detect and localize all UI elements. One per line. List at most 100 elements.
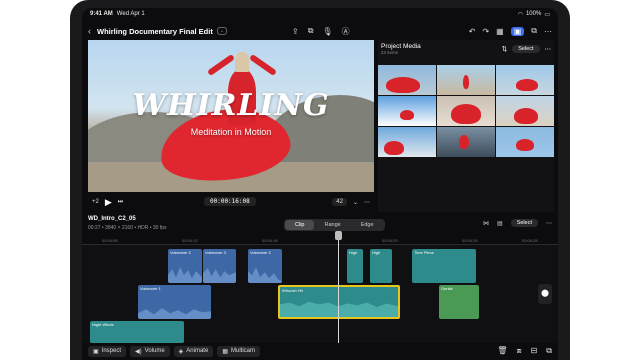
battery-icon: ▭	[544, 11, 550, 18]
media-thumb[interactable]	[378, 127, 436, 157]
media-thumb[interactable]	[437, 127, 495, 157]
project-menu-icon[interactable]: ⌄	[216, 27, 228, 35]
ipad-device: 9:41 AM Wed Apr 1 ◠ 100% ▭ ‹ Whirling Do…	[70, 0, 570, 360]
clip-label: Voiceover 1	[140, 286, 161, 291]
app-screen: 9:41 AM Wed Apr 1 ◠ 100% ▭ ‹ Whirling Do…	[82, 8, 558, 360]
inspect-button[interactable]: ▣ Inspect	[88, 345, 127, 357]
detach-icon[interactable]: ⊟	[531, 346, 538, 356]
clip-label: Gentle	[441, 286, 453, 291]
timeline-clip[interactable]: Voiceover 1	[138, 285, 211, 319]
more-icon[interactable]: ⋯	[544, 27, 552, 36]
speaker-icon: ◀)	[135, 348, 142, 355]
timeline-clip-selected[interactable]: Whoosh Hit	[278, 285, 400, 319]
status-right: ◠ 100% ▭	[518, 11, 550, 18]
mode-edge[interactable]: Edge	[351, 220, 384, 230]
media-thumb[interactable]	[496, 65, 554, 95]
browser-icon[interactable]: ⧉	[531, 26, 537, 36]
media-browser: Project Media 23 items ⇅ Select ⋯	[378, 40, 554, 212]
transport-right: 42 ⌄ ⋯	[332, 198, 370, 206]
ruler-tick: 00:00:28	[522, 238, 538, 243]
inspect-icon: ▣	[93, 348, 99, 355]
animate-label: Animate	[186, 348, 209, 354]
browser-count: 23 items	[381, 50, 399, 55]
timeline-more-icon[interactable]: ⋯	[546, 220, 552, 227]
ruler-tick: 00:00:08	[102, 238, 118, 243]
animate-button[interactable]: ◈ Animate	[173, 345, 214, 357]
timeline-clip[interactable]: High	[370, 249, 392, 283]
frame-step-label[interactable]: +2	[92, 199, 99, 205]
replace-icon[interactable]: ⧉	[546, 346, 552, 356]
timeline-clip[interactable]: Voiceover 3	[203, 249, 236, 283]
status-bar: 9:41 AM Wed Apr 1 ◠ 100% ▭	[82, 8, 558, 20]
navigate-icon[interactable]: Ⓐ	[342, 26, 350, 37]
multicam-icon: ▦	[222, 348, 228, 355]
ruler-tick: 00:00:20	[382, 238, 398, 243]
timeline-clip[interactable]: Voiceover 2	[248, 249, 282, 283]
media-thumb[interactable]	[496, 96, 554, 126]
pointer-icon[interactable]: ⬤	[538, 284, 552, 304]
status-time: 9:41 AM	[90, 11, 113, 17]
transport-bar: +2 ▶ ⏭ 00:00:16:08 42 ⌄ ⋯	[88, 194, 374, 210]
status-date: Wed Apr 1	[116, 11, 145, 17]
dancer-arm-right	[248, 53, 278, 77]
browser-select-button[interactable]: Select	[512, 45, 540, 53]
bottom-toolbar: ▣ Inspect ◀) Volume ◈ Animate ▦ Multicam…	[82, 342, 558, 360]
media-thumb[interactable]	[378, 65, 436, 95]
media-thumb[interactable]	[496, 127, 554, 157]
zoom-chevron-icon[interactable]: ⌄	[353, 199, 358, 206]
timeline-clip[interactable]: Night Winds	[90, 321, 184, 343]
inspect-label: Inspect	[101, 348, 122, 354]
layout-icon[interactable]: ▦	[496, 27, 504, 36]
timeline-header: WD_Intro_C2_05 00:27 • 3840 × 2160 • HDR…	[82, 214, 558, 236]
mode-range[interactable]: Range	[314, 220, 350, 230]
timeline-ruler[interactable]: 00:00:08 00:00:12 00:00:16 00:00:20 00:0…	[82, 237, 558, 245]
play-icon[interactable]: ▶	[105, 197, 112, 208]
viewer-title: WHIRLING	[132, 88, 330, 123]
trash-icon[interactable]: 🗑	[497, 346, 507, 356]
multicam-button[interactable]: ▦ Multicam	[217, 345, 260, 357]
split-icon[interactable]: ⧈	[516, 346, 521, 356]
clip-view-icon[interactable]: ▤	[497, 220, 503, 227]
ruler-tick: 00:00:12	[182, 238, 198, 243]
video-viewer[interactable]: WHIRLING Meditation in Motion	[88, 40, 374, 192]
forward-icon[interactable]: ⏭	[118, 199, 123, 206]
ruler-tick: 00:00:24	[462, 238, 478, 243]
clip-label: Voiceover 3	[205, 250, 226, 255]
photos-icon[interactable]: ▣	[510, 26, 525, 36]
clip-label: Voiceover 2	[250, 250, 271, 255]
multicam-label: Multicam	[230, 348, 255, 354]
share-icon[interactable]: ⇪	[292, 27, 299, 36]
right-tools: ↶ ↷ ▦ ▣ ⧉ ⋯	[469, 22, 552, 40]
microphone-icon[interactable]: 🎙	[322, 27, 332, 36]
chevron-left-icon[interactable]: ‹	[88, 26, 91, 36]
clip-label: Whoosh Hit	[282, 288, 303, 293]
edit-mode-segmented: Clip Range Edge	[284, 219, 385, 231]
timeline-tracks[interactable]: Voiceover 2 Voiceover 3 Voiceover 2 High…	[82, 245, 558, 343]
timeline-clip[interactable]: High	[347, 249, 363, 283]
timeline-clip[interactable]: Voiceover 2	[168, 249, 202, 283]
battery-percent: 100%	[525, 11, 542, 17]
center-tools: ⇪ ⧉ 🎙 Ⓐ	[292, 22, 350, 40]
browser-more-icon[interactable]: ⋯	[545, 45, 552, 53]
viewer-more-icon[interactable]: ⋯	[364, 199, 370, 206]
timeline-select-button[interactable]: Select	[510, 219, 538, 227]
camera-icon[interactable]: ⧉	[308, 26, 314, 36]
media-thumb[interactable]	[437, 65, 495, 95]
zoom-level[interactable]: 42	[332, 198, 347, 206]
volume-button[interactable]: ◀) Volume	[130, 345, 170, 357]
media-thumb[interactable]	[378, 96, 436, 126]
waveform	[248, 266, 282, 283]
playhead[interactable]	[335, 231, 342, 343]
waveform	[280, 301, 398, 317]
timeline-clip[interactable]: Gentle	[439, 285, 479, 319]
sort-icon[interactable]: ⇅	[502, 45, 507, 53]
wifi-icon: ◠	[517, 11, 523, 18]
timeline-clip[interactable]: Time Piece	[412, 249, 476, 283]
redo-icon[interactable]: ↷	[482, 27, 489, 36]
connect-icon[interactable]: ⋈	[483, 220, 489, 227]
timeline-clip-meta: 00:27 • 3840 × 2160 • HDR • 30 fps	[88, 225, 167, 231]
mode-clip[interactable]: Clip	[285, 220, 315, 230]
timecode-display[interactable]: 00:00:16:08	[204, 197, 256, 206]
media-thumb[interactable]	[437, 96, 495, 126]
undo-icon[interactable]: ↶	[469, 27, 476, 36]
